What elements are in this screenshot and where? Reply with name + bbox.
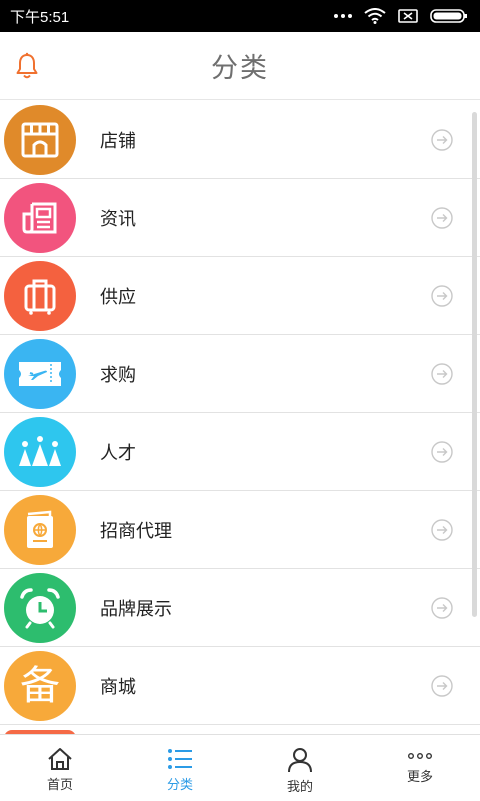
more-dots-icon	[408, 752, 433, 759]
passport-icon	[27, 510, 53, 548]
tab-label: 我的	[286, 780, 313, 795]
tab-label: 首页	[46, 778, 73, 793]
alarm-clock-icon	[20, 588, 60, 629]
wifi-icon	[364, 8, 386, 24]
tab-home[interactable]: 首页	[0, 735, 120, 801]
category-label: 招商代理	[100, 520, 172, 542]
battery-icon	[430, 9, 467, 23]
category-icon-circle	[4, 417, 76, 487]
arrow-right-circle-icon	[431, 597, 453, 619]
category-icon-circle	[4, 261, 76, 331]
list-item-talent[interactable]: 人才	[0, 413, 480, 491]
category-icon-circle	[4, 495, 76, 565]
category-label: 供应	[100, 286, 136, 308]
category-icon-circle	[4, 573, 76, 643]
crown-people-icon	[19, 436, 61, 466]
tab-label: 分类	[166, 778, 193, 793]
category-list: 店铺 资讯 供应 求购 人才 招商代理 品牌展示 备 商城	[0, 101, 480, 734]
tab-more[interactable]: 更多	[360, 735, 480, 801]
status-time: 下午5:51	[10, 8, 70, 26]
arrow-right-circle-icon	[431, 285, 453, 307]
category-label: 求购	[100, 364, 136, 386]
category-label: 品牌展示	[100, 598, 172, 620]
category-icon-circle	[4, 183, 76, 253]
bottom-tab-bar: 首页 分类 我的 更多	[0, 734, 480, 800]
category-icon-circle	[4, 339, 76, 409]
list-item-news[interactable]: 资讯	[0, 179, 480, 257]
page-header: 分类	[0, 32, 480, 100]
category-label: 人才	[100, 442, 136, 464]
list-item-store[interactable]: 店铺	[0, 101, 480, 179]
bell-icon[interactable]	[14, 52, 40, 80]
storefront-icon	[21, 122, 59, 158]
arrow-right-circle-icon	[431, 207, 453, 229]
category-label: 商城	[100, 676, 136, 698]
home-icon	[48, 748, 72, 770]
category-icon-circle	[4, 105, 76, 175]
arrow-right-circle-icon	[431, 363, 453, 385]
plane-ticket-icon	[19, 362, 61, 386]
no-sim-icon	[398, 9, 418, 23]
tab-label: 更多	[406, 770, 433, 785]
category-label: 店铺	[100, 130, 136, 152]
arrow-right-circle-icon	[431, 519, 453, 541]
status-icons	[334, 8, 468, 24]
list-item-purchase[interactable]: 求购	[0, 335, 480, 413]
tab-profile[interactable]: 我的	[240, 735, 360, 801]
list-item-brand[interactable]: 品牌展示	[0, 569, 480, 647]
category-label: 资讯	[100, 208, 136, 230]
list-item-mall[interactable]: 备 商城	[0, 647, 480, 725]
list-icon	[168, 749, 192, 769]
page-title: 分类	[211, 53, 269, 84]
tab-category[interactable]: 分类	[120, 735, 240, 801]
more-notifications-icon	[334, 14, 352, 18]
list-item-supply[interactable]: 供应	[0, 257, 480, 335]
category-icon-circle: 备	[4, 651, 76, 721]
luggage-icon	[24, 279, 56, 315]
bei-character-icon: 备	[20, 663, 60, 709]
arrow-right-circle-icon	[431, 129, 453, 151]
arrow-right-circle-icon	[431, 441, 453, 463]
list-item-franchise[interactable]: 招商代理	[0, 491, 480, 569]
newspaper-icon	[22, 202, 57, 234]
person-icon	[288, 748, 312, 773]
list-scrollbar[interactable]	[472, 112, 477, 617]
status-bar: 下午5:51	[0, 0, 480, 32]
arrow-right-circle-icon	[431, 675, 453, 697]
